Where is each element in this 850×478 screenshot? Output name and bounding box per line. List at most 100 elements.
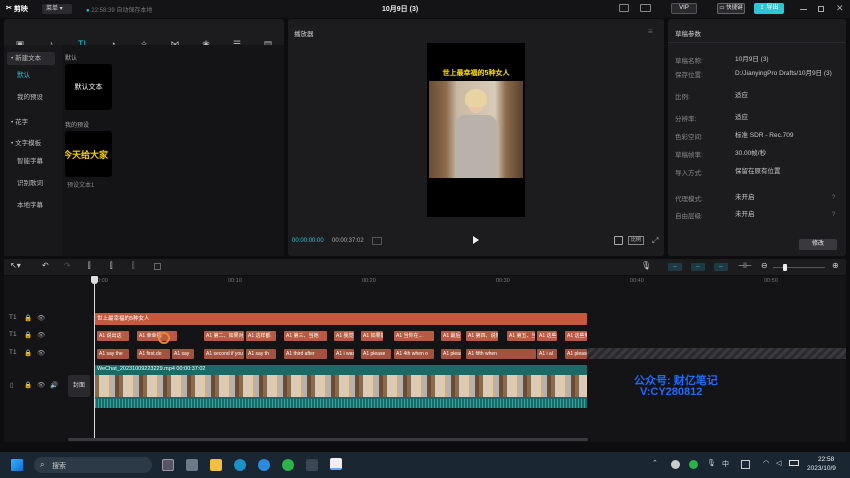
subtitle-clip-en[interactable]: A1 please (565, 349, 587, 359)
timeline-grid-icon[interactable] (372, 237, 382, 245)
subtitle-clip-en[interactable]: A1 say the (97, 349, 129, 359)
subtitle-clip-en[interactable]: A1 third after (284, 349, 327, 359)
redo-icon[interactable]: ↷ (64, 261, 71, 270)
video-app-icon[interactable] (306, 459, 318, 471)
eye-icon[interactable]: 👁 (37, 331, 45, 339)
split-icon[interactable]: ⫿ (88, 261, 91, 271)
subtitle-clip[interactable]: A1 第四、说你们 (466, 331, 498, 341)
linkage-icon[interactable]: ⇔ (714, 263, 728, 271)
subtitle-clip-en[interactable]: A1 second if you (204, 349, 244, 359)
lock-icon[interactable]: 🔒 (24, 314, 32, 322)
layer-help-icon[interactable]: ? (832, 212, 835, 218)
wifi-icon[interactable]: ◠ (763, 459, 769, 467)
zoom-in-icon[interactable]: ⊕ (832, 261, 839, 270)
search-app-icon[interactable] (258, 459, 270, 471)
mute-icon[interactable]: 🔊 (50, 381, 58, 389)
tray-wechat-icon[interactable] (689, 460, 698, 469)
subtitle-clip[interactable]: A1 最后一 (441, 331, 461, 341)
select-tool-icon[interactable]: ↖▾ (10, 261, 21, 270)
sidebar-item-3[interactable]: • 花字 (7, 116, 55, 129)
undo-icon[interactable]: ↶ (42, 261, 49, 270)
subtitle-clip-en[interactable]: A1 i al (537, 349, 557, 359)
menu-button[interactable]: 菜单 ▾ (42, 4, 72, 14)
zoom-slider[interactable] (773, 264, 825, 271)
subtitle-clip[interactable]: A1 我觉得 (334, 331, 354, 341)
zoom-out-icon[interactable]: ⊖ (761, 261, 768, 270)
wechat-icon[interactable] (282, 459, 294, 471)
ime-indicator[interactable]: 中 (722, 459, 729, 469)
title-clip[interactable]: 世上最幸福的5种女人 (95, 313, 587, 325)
subtitle-clip[interactable]: A1 幸幸福 (137, 331, 177, 341)
video-preview[interactable]: 世上最幸福的5种女人 (427, 43, 525, 217)
preset-text-card[interactable]: 今天给大家 (65, 131, 112, 177)
fullscreen-icon[interactable]: ⤢ (652, 236, 658, 246)
keyboard-icon[interactable] (640, 4, 651, 12)
tray-mic-icon[interactable]: 🎙 (707, 459, 716, 467)
clock-date[interactable]: 2023/10/9 (807, 465, 836, 472)
start-icon[interactable] (11, 459, 23, 471)
subtitle-clip-en[interactable]: A1 fifth when (466, 349, 536, 359)
video-clip[interactable]: WeChat_20231009223229.mp4 00:00:37:02 (95, 365, 587, 408)
edge-icon[interactable] (234, 459, 246, 471)
subtitle-clip-en[interactable]: A1 pleas (441, 349, 461, 359)
subtitle-clip-en[interactable]: A1 say (172, 349, 194, 359)
magnet-icon[interactable]: ⇔ (691, 263, 705, 271)
eye-icon[interactable]: 👁 (37, 314, 45, 322)
sidebar-item-2[interactable]: 我的预设 (13, 91, 61, 104)
lock-icon[interactable]: 🔒 (24, 331, 32, 339)
split-left-icon[interactable]: ⫿ (110, 261, 113, 271)
subtitle-clip[interactable]: A1 这样都 (246, 331, 276, 341)
sidebar-item-0[interactable]: • 新建文本 (7, 52, 55, 65)
subtitle-clip-en[interactable]: A1 say th (246, 349, 276, 359)
subtitle-clip[interactable]: A1 第三、当她 (284, 331, 327, 341)
close-icon[interactable]: ✕ (836, 3, 844, 14)
subtitle-clip[interactable]: A1 说出这 (97, 331, 129, 341)
vip-badge[interactable]: VIP (671, 3, 697, 14)
task-view-icon[interactable] (162, 459, 174, 471)
subtitle-clip-en[interactable]: A1 4th when o (394, 349, 434, 359)
ratio-button[interactable]: 比例 (628, 236, 644, 245)
edit-button[interactable]: 修改 (799, 239, 837, 250)
tray-chevron-icon[interactable]: ⌃ (652, 459, 658, 467)
lock-icon[interactable]: 🔒 (24, 349, 32, 357)
delete-icon[interactable] (154, 263, 161, 270)
sidebar-item-6[interactable]: 识别歌词 (13, 177, 61, 190)
playhead[interactable] (94, 276, 95, 438)
subtitle-clip[interactable]: A1 如果能 (361, 331, 383, 341)
cover-button[interactable]: 封面 (68, 375, 90, 397)
playhead-handle[interactable] (91, 276, 98, 284)
subtitle-clip-en[interactable]: A1 first.do (137, 349, 170, 359)
battery-icon[interactable] (789, 460, 799, 466)
subtitle-clip-en[interactable]: A1 please (361, 349, 391, 359)
capcut-icon[interactable] (330, 458, 342, 470)
lock-icon[interactable]: 🔒 (24, 381, 32, 389)
sidebar-item-4[interactable]: • 文字模板 (7, 137, 55, 150)
subtitle-clip[interactable]: A1 第二、如果对 (204, 331, 244, 341)
shortcut-button[interactable]: ▭ 快捷键 (717, 3, 745, 14)
proxy-help-icon[interactable]: ? (832, 195, 835, 201)
sidebar-item-7[interactable]: 本地字幕 (13, 199, 61, 212)
horizontal-scrollbar[interactable] (68, 438, 588, 441)
subtitle-clip[interactable]: A1 第五、当我 (507, 331, 535, 341)
subtitle-clip[interactable]: A1 当你在... (394, 331, 434, 341)
layout-icon[interactable] (619, 4, 629, 12)
split-right-icon[interactable]: ⫿ (132, 261, 135, 271)
taskbar-search[interactable]: ⌕ 搜索 (34, 457, 152, 473)
player-menu-icon[interactable]: ≡ (648, 27, 653, 36)
zoom-slider-handle[interactable] (783, 264, 787, 271)
export-button[interactable]: ⇪ 导出 (754, 3, 784, 14)
eye-icon[interactable]: 👁 (37, 381, 45, 389)
maximize-icon[interactable] (818, 6, 824, 12)
eye-icon[interactable]: 👁 (37, 349, 45, 357)
tray-app-icon[interactable] (671, 460, 680, 469)
subtitle-clip[interactable]: A1 这些美 (537, 331, 557, 341)
default-text-card[interactable]: 默认文本 (65, 64, 112, 110)
preview-axis-icon[interactable]: ⊣⊢ (738, 261, 752, 270)
file-explorer-icon[interactable] (210, 459, 222, 471)
microphone-icon[interactable]: 🎙 (641, 261, 651, 270)
minimize-icon[interactable] (800, 9, 807, 10)
play-icon[interactable] (473, 236, 479, 244)
subtitle-clip[interactable]: A1 这些男人 (565, 331, 587, 341)
clock-time[interactable]: 22:58 (818, 456, 834, 463)
subtitle-clip-en[interactable]: A1 i was (334, 349, 354, 359)
